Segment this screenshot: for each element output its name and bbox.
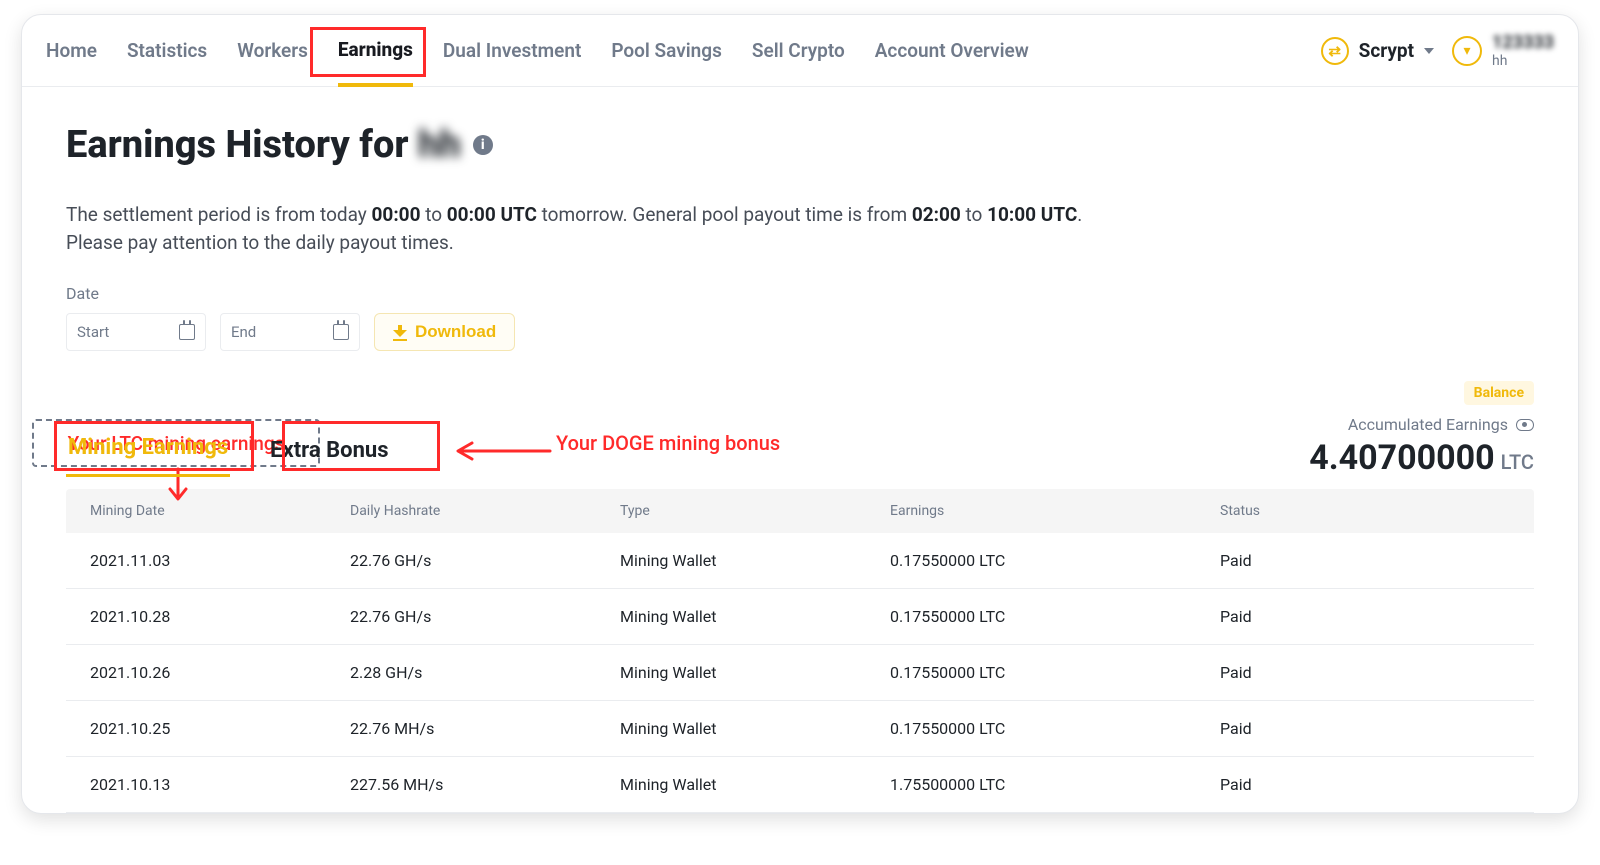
cell-hash: 227.56 MH/s xyxy=(350,775,620,794)
table-row: 2021.10.262.28 GH/sMining Wallet0.175500… xyxy=(66,645,1534,701)
cell-status: Paid xyxy=(1220,663,1510,682)
cell-type: Mining Wallet xyxy=(620,719,890,738)
cell-type: Mining Wallet xyxy=(620,551,890,570)
coin-label: Scrypt xyxy=(1359,39,1414,62)
tab-mining-earnings[interactable]: Mining Earnings xyxy=(66,429,230,477)
settlement-note: The settlement period is from today 00:0… xyxy=(66,201,1166,256)
download-label: Download xyxy=(415,322,496,342)
earnings-table: Mining Date Daily Hashrate Type Earnings… xyxy=(66,489,1534,813)
cell-date: 2021.11.03 xyxy=(90,551,350,570)
cell-hash: 22.76 GH/s xyxy=(350,607,620,626)
table-row: 2021.10.13227.56 MH/sMining Wallet1.7550… xyxy=(66,757,1534,813)
nav-statistics[interactable]: Statistics xyxy=(127,15,207,86)
th-hashrate: Daily Hashrate xyxy=(350,503,620,519)
cell-date: 2021.10.13 xyxy=(90,775,350,794)
date-label: Date xyxy=(66,284,1534,303)
balance-badge[interactable]: Balance xyxy=(1464,381,1534,405)
download-button[interactable]: Download xyxy=(374,313,515,351)
swap-icon: ⇄ xyxy=(1321,37,1349,65)
tab-extra-bonus[interactable]: Extra Bonus xyxy=(268,432,390,477)
nav-sell-crypto[interactable]: Sell Crypto xyxy=(752,15,845,86)
download-icon xyxy=(393,325,407,339)
calendar-icon xyxy=(179,324,195,340)
table-row: 2021.10.2822.76 GH/sMining Wallet0.17550… xyxy=(66,589,1534,645)
cell-earn: 1.75500000 LTC xyxy=(890,775,1220,794)
accumulated-earnings: Accumulated Earnings 4.40700000 LTC xyxy=(1309,415,1534,478)
cell-status: Paid xyxy=(1220,719,1510,738)
table-body: 2021.11.0322.76 GH/sMining Wallet0.17550… xyxy=(66,533,1534,813)
nav-home[interactable]: Home xyxy=(46,15,97,86)
acc-earn-value: 4.40700000 xyxy=(1309,438,1494,478)
cell-status: Paid xyxy=(1220,607,1510,626)
cell-earn: 0.17550000 LTC xyxy=(890,607,1220,626)
nav-right: ⇄ Scrypt ▾ 123333 hh xyxy=(1321,34,1554,68)
acc-earn-currency: LTC xyxy=(1501,450,1534,474)
cell-earn: 0.17550000 LTC xyxy=(890,719,1220,738)
th-status: Status xyxy=(1220,503,1510,519)
cell-hash: 22.76 MH/s xyxy=(350,719,620,738)
cell-date: 2021.10.28 xyxy=(90,607,350,626)
cell-hash: 22.76 GH/s xyxy=(350,551,620,570)
cell-type: Mining Wallet xyxy=(620,607,890,626)
table-row: 2021.10.2522.76 MH/sMining Wallet0.17550… xyxy=(66,701,1534,757)
account-text: 123333 hh xyxy=(1492,34,1554,68)
account-menu[interactable]: ▾ 123333 hh xyxy=(1452,34,1554,68)
cell-status: Paid xyxy=(1220,551,1510,570)
cell-type: Mining Wallet xyxy=(620,775,890,794)
nav-workers[interactable]: Workers xyxy=(237,15,308,86)
info-icon[interactable]: i xyxy=(473,135,493,155)
cell-hash: 2.28 GH/s xyxy=(350,663,620,682)
end-date-input[interactable]: End xyxy=(220,313,360,351)
eye-icon[interactable] xyxy=(1516,419,1534,431)
title-masked: hh xyxy=(418,123,461,167)
chevron-down-icon xyxy=(1424,48,1434,54)
cell-earn: 0.17550000 LTC xyxy=(890,663,1220,682)
cell-date: 2021.10.25 xyxy=(90,719,350,738)
annotation-doge-text: Your DOGE mining bonus xyxy=(556,431,780,455)
start-placeholder: Start xyxy=(77,323,109,341)
start-date-input[interactable]: Start xyxy=(66,313,206,351)
account-sub: hh xyxy=(1492,54,1554,68)
account-id: 123333 xyxy=(1492,34,1554,52)
top-nav: Home Statistics Workers Earnings Dual In… xyxy=(22,15,1578,87)
calendar-icon xyxy=(333,324,349,340)
table-row: 2021.11.0322.76 GH/sMining Wallet0.17550… xyxy=(66,533,1534,589)
cell-earn: 0.17550000 LTC xyxy=(890,551,1220,570)
cell-date: 2021.10.26 xyxy=(90,663,350,682)
th-type: Type xyxy=(620,503,890,519)
title-prefix: Earnings History for xyxy=(66,123,418,167)
nav-pool-savings[interactable]: Pool Savings xyxy=(611,15,722,86)
date-row: Start End Download xyxy=(66,313,1534,351)
page-title: Earnings History for hh xyxy=(66,123,461,167)
coin-selector[interactable]: ⇄ Scrypt xyxy=(1321,37,1434,65)
nav-items: Home Statistics Workers Earnings Dual In… xyxy=(46,15,1029,86)
arrow-left-icon xyxy=(452,441,552,461)
th-earnings: Earnings xyxy=(890,503,1220,519)
nav-dual-investment[interactable]: Dual Investment xyxy=(443,15,581,86)
nav-earnings[interactable]: Earnings xyxy=(338,16,413,87)
cell-type: Mining Wallet xyxy=(620,663,890,682)
table-header: Mining Date Daily Hashrate Type Earnings… xyxy=(66,489,1534,533)
nav-account-overview[interactable]: Account Overview xyxy=(875,15,1029,86)
cell-status: Paid xyxy=(1220,775,1510,794)
user-icon: ▾ xyxy=(1452,36,1482,66)
end-placeholder: End xyxy=(231,323,256,341)
th-date: Mining Date xyxy=(90,503,350,519)
acc-earn-label: Accumulated Earnings xyxy=(1348,415,1508,434)
